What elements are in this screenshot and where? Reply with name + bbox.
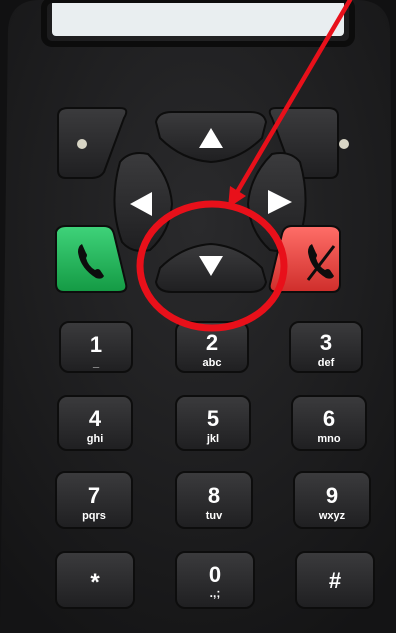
phone-keypad-photo: 1 _ 2 abc 3 def 4 ghi 5 jkl 6 mno 7 pqrs… (0, 0, 396, 633)
key-digit: 8 (208, 483, 220, 508)
display-screen (52, 0, 344, 36)
key-digit: 0 (209, 562, 221, 587)
key-letters: def (318, 357, 335, 369)
key-letters: pqrs (82, 510, 106, 522)
soft-key-dot-icon (77, 139, 87, 149)
soft-key-dot-icon (339, 139, 349, 149)
key-letters: _ (92, 357, 100, 369)
key-digit: 9 (326, 483, 338, 508)
key-digit: 1 (90, 332, 102, 357)
key-letters: mno (317, 433, 341, 445)
key-letters: ghi (87, 433, 104, 445)
key-digit: 3 (320, 330, 332, 355)
key-digit: 4 (89, 406, 102, 431)
key-digit: 7 (88, 483, 100, 508)
key-9[interactable]: 9 wxyz (293, 471, 371, 529)
key-digit: 5 (207, 406, 219, 431)
key-letters: abc (203, 357, 222, 369)
key-5[interactable]: 5 jkl (175, 395, 251, 451)
key-letters: wxyz (318, 510, 346, 522)
key-digit: # (329, 568, 341, 593)
key-letters: jkl (206, 433, 219, 445)
key-4[interactable]: 4 ghi (57, 395, 133, 451)
key-digit: 6 (323, 406, 335, 431)
key-7[interactable]: 7 pqrs (55, 471, 133, 529)
key-letters: .,; (210, 586, 221, 600)
key-star[interactable]: * (55, 551, 135, 609)
key-digit: 2 (206, 330, 218, 355)
key-1[interactable]: 1 _ (59, 321, 133, 373)
key-0[interactable]: 0 .,; (175, 551, 255, 609)
key-digit: * (90, 569, 100, 596)
key-letters: tuv (206, 510, 223, 522)
key-8[interactable]: 8 tuv (175, 471, 253, 529)
key-3[interactable]: 3 def (289, 321, 363, 373)
key-6[interactable]: 6 mno (291, 395, 367, 451)
key-hash[interactable]: # (295, 551, 375, 609)
